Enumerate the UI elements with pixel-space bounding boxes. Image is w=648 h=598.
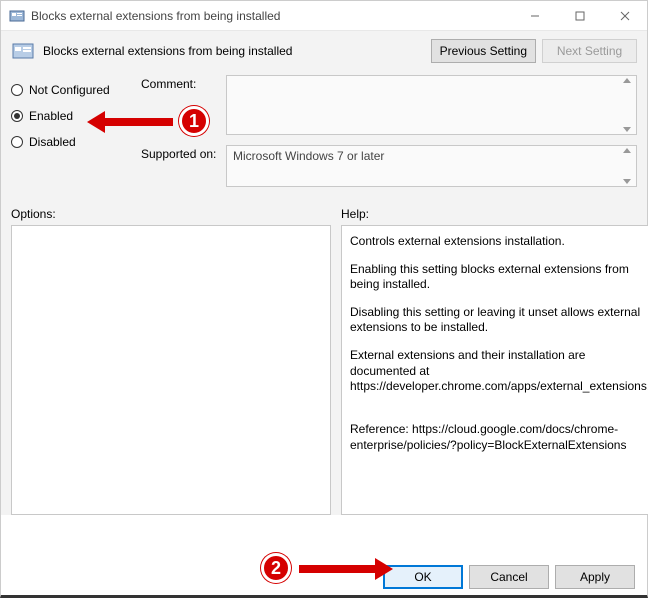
close-button[interactable] — [602, 1, 647, 30]
panel-labels: Options: Help: — [1, 197, 647, 225]
state-radio-group: Not Configured Enabled Disabled — [11, 75, 141, 187]
scroll-down-icon[interactable] — [623, 179, 631, 184]
previous-setting-button[interactable]: Previous Setting — [431, 39, 536, 63]
options-label: Options: — [11, 207, 341, 221]
scroll-down-icon[interactable] — [623, 127, 631, 132]
comment-input[interactable] — [226, 75, 637, 135]
window-title: Blocks external extensions from being in… — [31, 9, 512, 23]
radio-label: Enabled — [29, 109, 73, 123]
apply-button[interactable]: Apply — [555, 565, 635, 589]
policy-large-icon — [11, 39, 35, 63]
help-panel: Controls external extensions installatio… — [341, 225, 648, 515]
header-title: Blocks external extensions from being in… — [43, 44, 425, 58]
options-panel — [11, 225, 331, 515]
supported-label: Supported on: — [141, 145, 226, 161]
help-content: Controls external extensions installatio… — [342, 226, 648, 514]
minimize-button[interactable] — [512, 1, 557, 30]
maximize-button[interactable] — [557, 1, 602, 30]
radio-dot-icon — [11, 110, 23, 122]
supported-on-value: Microsoft Windows 7 or later — [226, 145, 637, 187]
ok-button[interactable]: OK — [383, 565, 463, 589]
radio-not-configured[interactable]: Not Configured — [11, 83, 141, 97]
footer: OK Cancel Apply — [1, 565, 647, 589]
help-label: Help: — [341, 207, 369, 221]
help-paragraph: External extensions and their installati… — [350, 348, 648, 395]
help-paragraph: Enabling this setting blocks external ex… — [350, 262, 648, 293]
scroll-up-icon[interactable] — [623, 148, 631, 153]
help-paragraph: Reference: https://cloud.google.com/docs… — [350, 422, 648, 453]
radio-disabled[interactable]: Disabled — [11, 135, 141, 149]
help-paragraph: Controls external extensions installatio… — [350, 234, 648, 250]
radio-label: Not Configured — [29, 83, 110, 97]
radio-dot-icon — [11, 84, 23, 96]
comment-label: Comment: — [141, 75, 226, 91]
radio-enabled[interactable]: Enabled — [11, 109, 141, 123]
supported-text: Microsoft Windows 7 or later — [233, 149, 384, 163]
titlebar: Blocks external extensions from being in… — [1, 1, 647, 31]
policy-icon — [9, 8, 25, 24]
next-setting-button: Next Setting — [542, 39, 637, 63]
cancel-button[interactable]: Cancel — [469, 565, 549, 589]
scroll-up-icon[interactable] — [623, 78, 631, 83]
radio-label: Disabled — [29, 135, 76, 149]
header: Blocks external extensions from being in… — [1, 31, 647, 75]
radio-dot-icon — [11, 136, 23, 148]
help-paragraph: Disabling this setting or leaving it uns… — [350, 305, 648, 336]
